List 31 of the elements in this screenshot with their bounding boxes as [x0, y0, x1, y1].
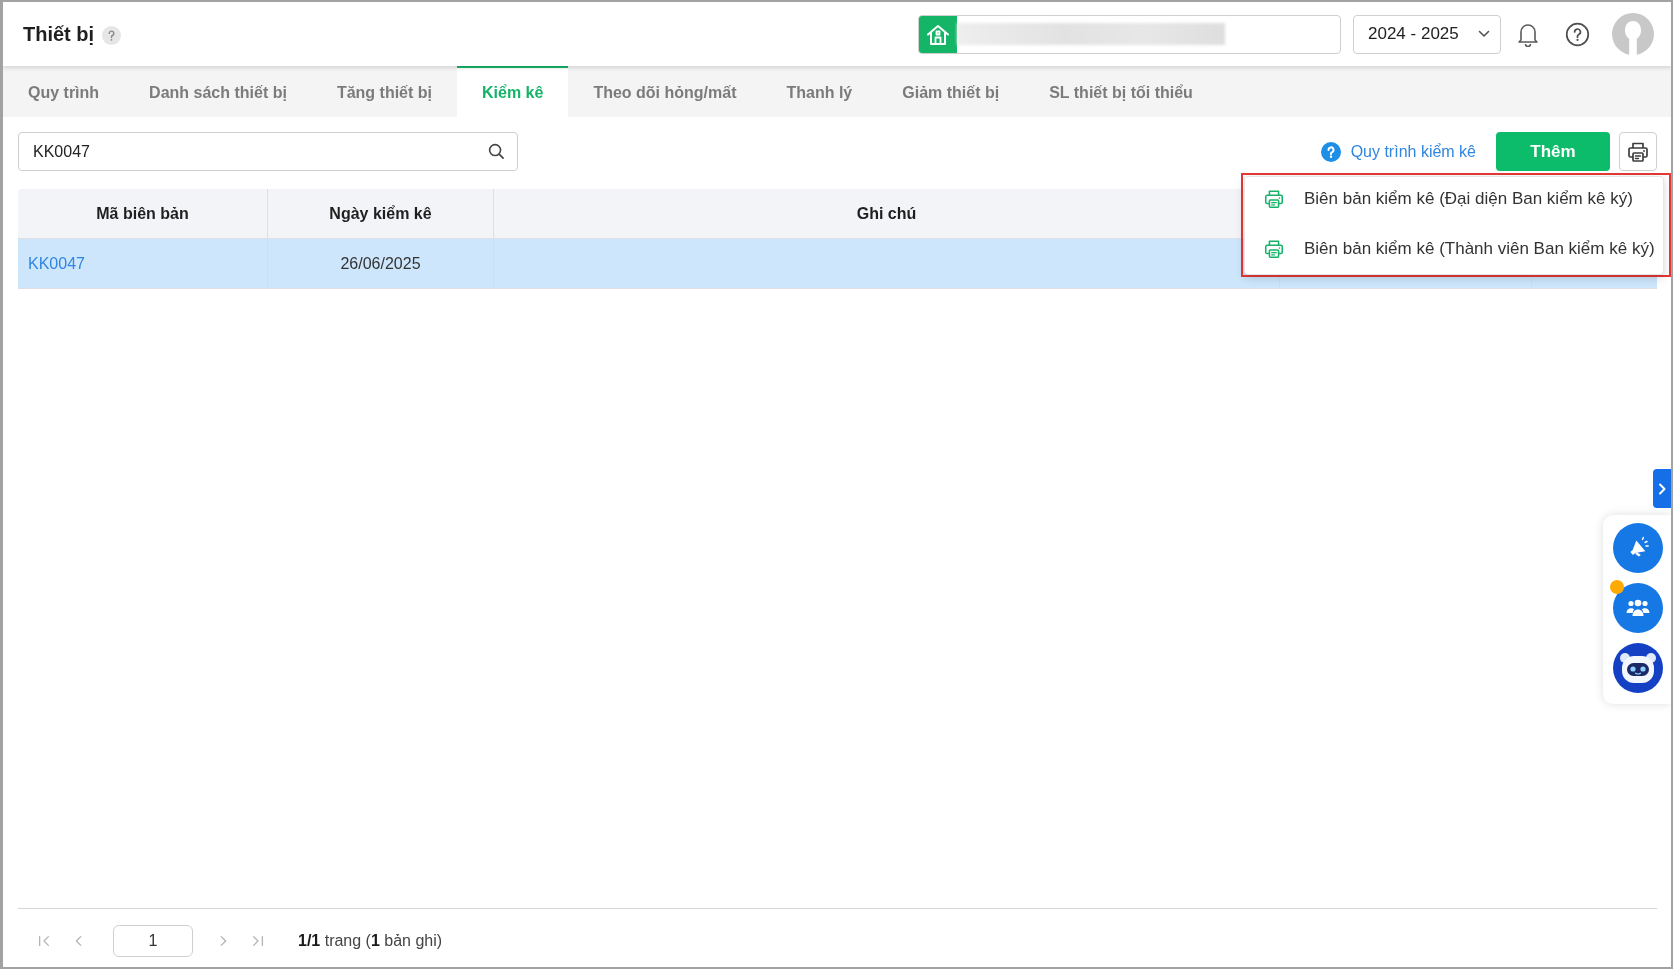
page-input[interactable]: 1	[113, 924, 193, 957]
search-field[interactable]: KK0047	[18, 132, 518, 171]
help-icon	[1320, 141, 1341, 162]
printer-icon	[1263, 237, 1285, 260]
tab[interactable]: Danh sách thiết bị	[124, 66, 312, 117]
record-link[interactable]: KK0047	[28, 254, 85, 273]
add-button[interactable]: Thêm	[1496, 132, 1610, 171]
help-icon[interactable]	[1565, 21, 1590, 47]
tab[interactable]: Thanh lý	[761, 66, 878, 117]
search-icon	[488, 143, 505, 160]
tab[interactable]: SL thiết bị tối thiểu	[1024, 66, 1218, 117]
chevron-right-icon	[1658, 482, 1666, 495]
notification-bell-icon[interactable]	[1516, 21, 1540, 47]
tab[interactable]: Quy trình	[3, 66, 125, 117]
printer-icon	[1263, 187, 1285, 210]
home-icon	[919, 15, 957, 53]
help-link[interactable]: Quy trình kiểm kê	[1320, 141, 1476, 162]
tab[interactable]: Giảm thiết bị	[877, 66, 1025, 117]
page-title: Thiết bị	[23, 22, 95, 46]
year-selector[interactable]: 2024 - 2025	[1353, 14, 1501, 54]
tab[interactable]: Tăng thiết bị	[311, 66, 457, 117]
table-cell: 26/06/2025	[268, 239, 494, 288]
school-selector[interactable]	[918, 14, 1341, 54]
print-button[interactable]	[1619, 132, 1657, 171]
page-summary: 1/1 trang (1 bản ghi)	[298, 931, 443, 950]
robot-icon	[1618, 650, 1658, 686]
expand-tab[interactable]	[1653, 469, 1671, 508]
tab[interactable]: Kiểm kê	[457, 66, 569, 117]
tab[interactable]: Theo dõi hỏng/mất	[568, 66, 762, 117]
widget-button[interactable]	[1613, 643, 1663, 693]
chevron-down-icon	[1478, 30, 1490, 38]
